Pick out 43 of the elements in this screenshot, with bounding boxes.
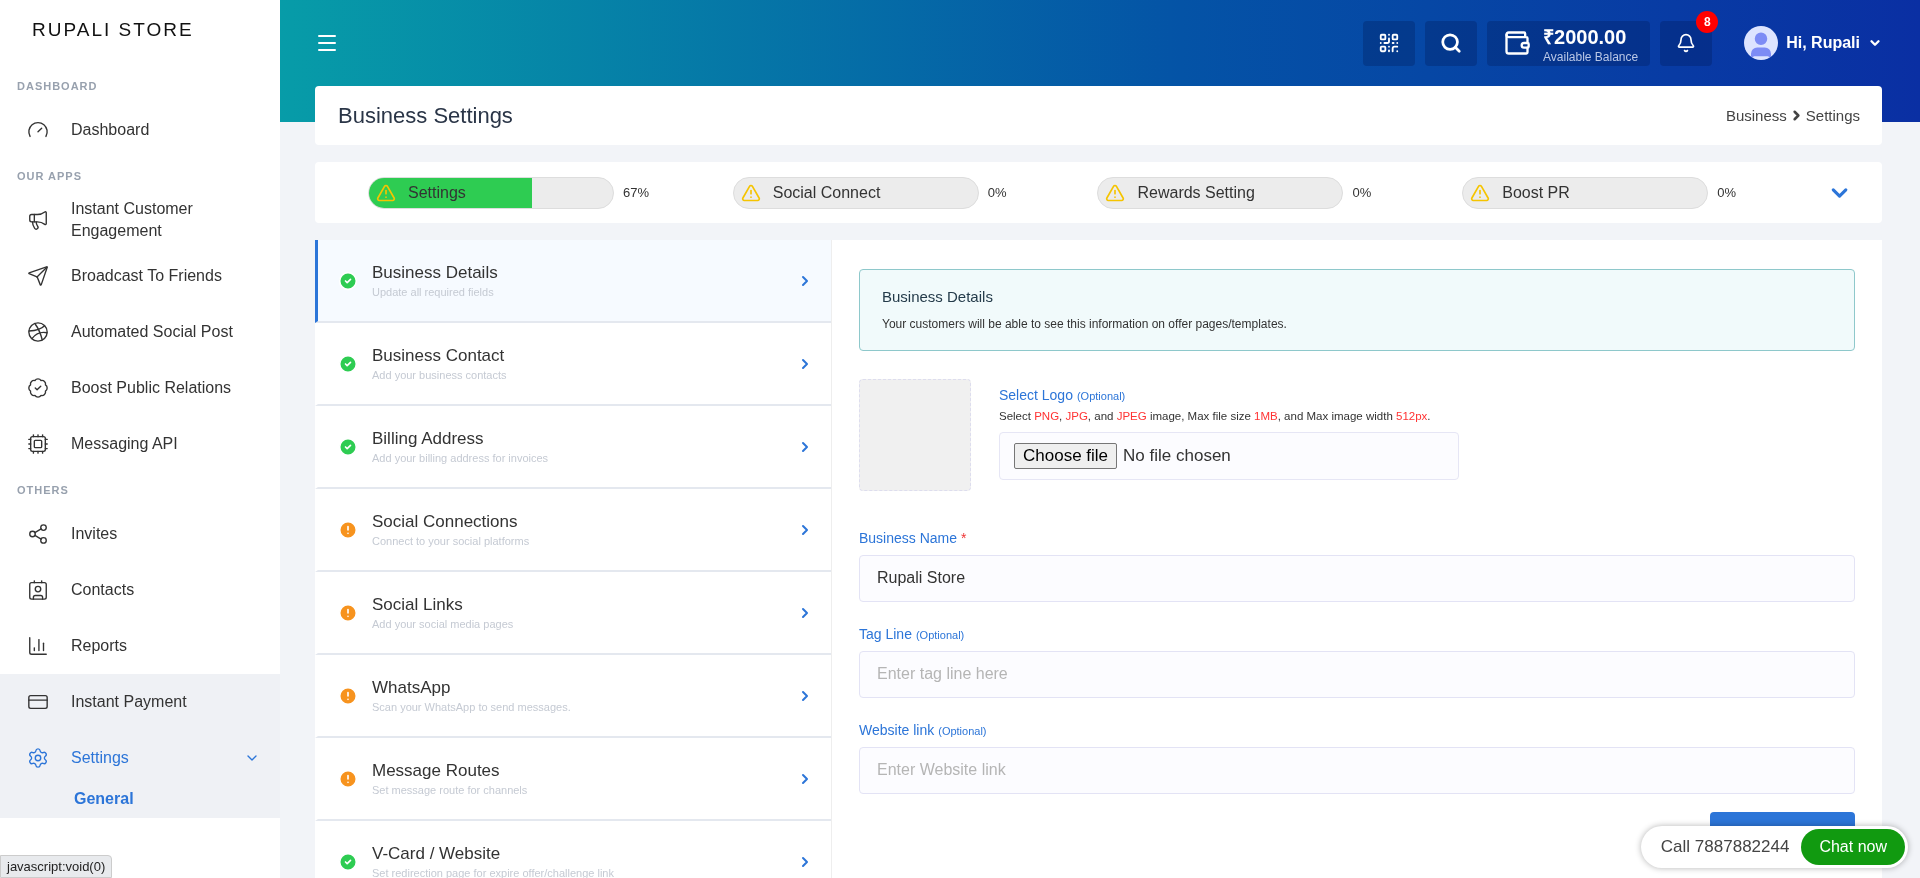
file-status: No file chosen [1123, 445, 1231, 466]
section-title: V-Card / Website [372, 844, 502, 864]
info-title: Business Details [882, 288, 994, 305]
optional-note: (Optional) [938, 724, 987, 737]
step-percent: 67% [623, 185, 650, 200]
step-percent: 0% [1352, 185, 1372, 200]
section-title: Message Routes [372, 761, 501, 781]
step-label: Settings [408, 183, 466, 202]
field-label: Business Name [859, 529, 958, 546]
balance-amount: ₹2000.00 [1543, 24, 1627, 50]
section-heading: DASHBOARD [16, 79, 99, 94]
step-label: Boost PR [1502, 183, 1570, 202]
step-label: Social Connect [772, 183, 881, 202]
step-label: Rewards Setting [1137, 183, 1255, 202]
optional-note: (Optional) [915, 628, 965, 641]
field-label: Select Logo [999, 386, 1073, 403]
section-subtitle: Scan your WhatsApp to send messages. [372, 701, 572, 713]
info-text: Your customers will be able to see this information on offer pages/templates. [882, 317, 1288, 331]
call-number: Call 7887882244 [1660, 837, 1790, 857]
section-heading: OUR APPS [16, 169, 84, 184]
page-title: Business Settings [338, 102, 513, 129]
balance-caption: Available Balance [1543, 49, 1639, 64]
section-subtitle: Add your business contacts [372, 369, 508, 381]
brand-name: RUPALI STORE [31, 18, 195, 42]
section-subtitle: Set message route for channels [372, 784, 529, 796]
section-title: Billing Address [372, 429, 485, 449]
section-subtitle: Add your social media pages [372, 618, 515, 630]
section-subtitle: Add your billing address for invoices [372, 452, 550, 464]
file-hint: Select PNG, JPG, and JPEG image, Max file size 1MB, and Max image width 512px. [999, 409, 1432, 422]
step-percent: 0% [1717, 185, 1736, 200]
step-percent: 0% [987, 185, 1007, 200]
section-title: Social Links [372, 595, 464, 615]
required-mark: * [961, 529, 967, 546]
section-title: WhatsApp [372, 678, 452, 698]
section-title: Social Connections [372, 512, 519, 532]
field-label: Tag Line [859, 625, 912, 642]
section-heading: OTHERS [16, 483, 70, 498]
section-title: Business Contact [372, 346, 506, 366]
section-title: Business Details [372, 263, 499, 283]
optional-note: (Optional) [1076, 389, 1126, 402]
status-tooltip: javascript:void(0) [0, 855, 113, 878]
field-label: Website link [859, 721, 935, 738]
notification-count: 8 [1696, 10, 1719, 33]
